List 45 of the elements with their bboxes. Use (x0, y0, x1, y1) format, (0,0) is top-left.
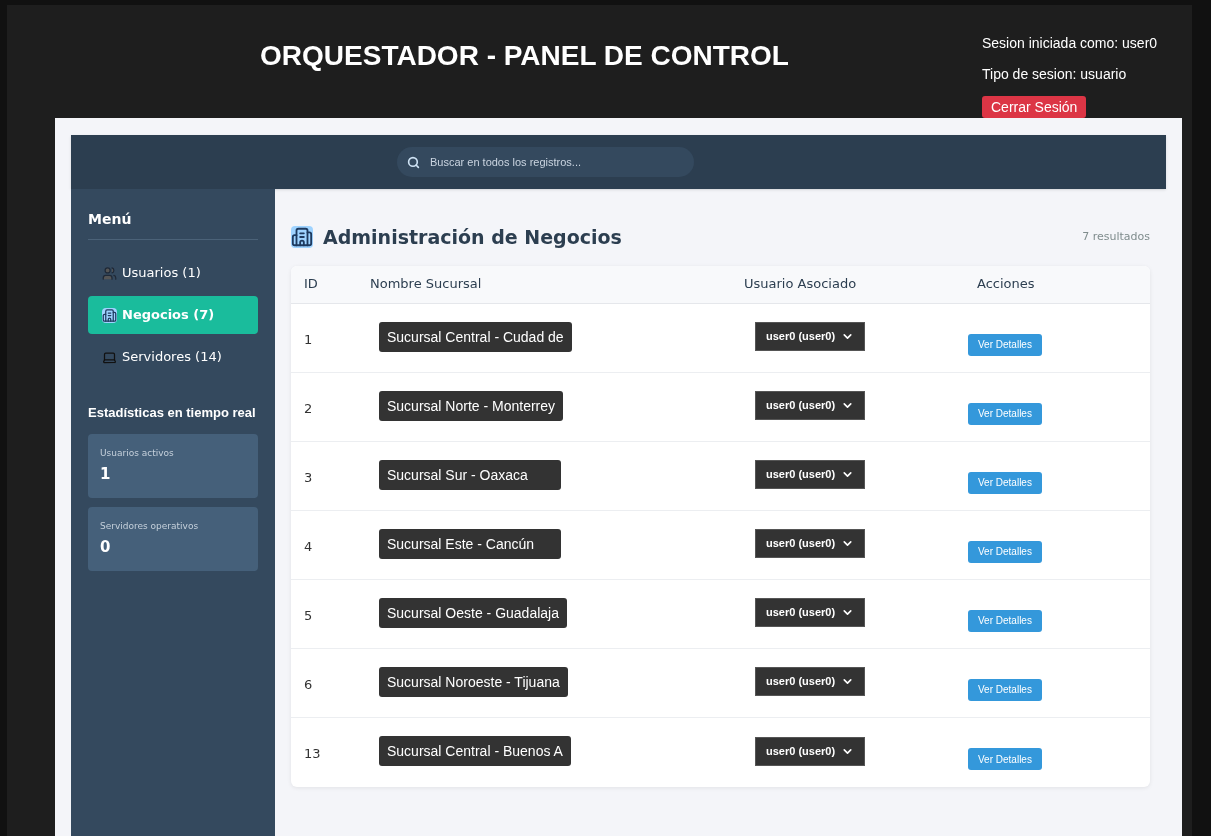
users-icon (102, 265, 117, 281)
session-type-text: Tipo de sesion: usuario (982, 65, 1127, 84)
name-field[interactable]: Sucursal Central - Cudad de (379, 321, 572, 352)
column-header: ID (304, 276, 318, 292)
page-title: ORQUESTADOR - PANEL DE CONTROL (260, 39, 789, 71)
id-cell: 6 (304, 676, 313, 692)
logout-button[interactable]: Cerrar Sesión (982, 96, 1087, 118)
stat-label: Servidores operativos (100, 519, 200, 533)
menu-title: Menú (88, 209, 258, 240)
building-icon (102, 307, 117, 323)
user-select[interactable]: user0 (user0) (755, 667, 866, 696)
user-select[interactable]: user0 (user0) (755, 391, 866, 420)
name-field[interactable]: Sucursal Noroeste - Tijuana (379, 666, 568, 697)
user-select[interactable]: user0 (user0) (755, 529, 866, 558)
id-cell: 5 (304, 607, 313, 623)
id-cell: 1 (304, 331, 313, 347)
laptop-icon (102, 349, 117, 365)
stats-title: Estadísticas en tiempo real (88, 404, 257, 422)
column-header: Nombre Sucursal (370, 276, 482, 292)
search-icon (407, 155, 420, 169)
id-cell: 13 (304, 746, 321, 762)
results-count: 7 resultados (1082, 229, 1150, 245)
name-field[interactable]: Sucursal Sur - Oaxaca (379, 459, 561, 490)
user-select[interactable]: user0 (user0) (755, 598, 866, 627)
column-header: Acciones (977, 276, 1035, 292)
building-icon (291, 226, 313, 249)
sidebar-item[interactable]: Usuarios (1) (88, 254, 258, 292)
name-field[interactable]: Sucursal Norte - Monterrey (379, 390, 564, 421)
sidebar-item[interactable]: Servidores (14) (88, 338, 258, 376)
id-cell: 2 (304, 400, 313, 416)
user-select[interactable]: user0 (user0) (755, 322, 866, 351)
name-field[interactable]: Sucursal Este - Cancún (379, 528, 561, 559)
stat-value: 1 (100, 464, 112, 485)
id-cell: 3 (304, 469, 313, 485)
search-field[interactable]: Buscar en todos los registros... (397, 147, 694, 177)
session-user-text: Sesion iniciada como: user0 (982, 34, 1158, 53)
column-header: Usuario Asociado (744, 276, 857, 292)
name-field[interactable]: Sucursal Central - Buenos A (379, 736, 571, 766)
stat-value: 0 (100, 537, 112, 558)
section-title: Administración de Negocios (323, 225, 622, 250)
id-cell: 4 (304, 538, 313, 554)
user-select[interactable]: user0 (user0) (755, 460, 866, 489)
name-field[interactable]: Sucursal Oeste - Guadalaja (379, 597, 567, 628)
stat-label: Usuarios activos (100, 446, 175, 460)
user-select[interactable]: user0 (user0) (755, 736, 866, 766)
